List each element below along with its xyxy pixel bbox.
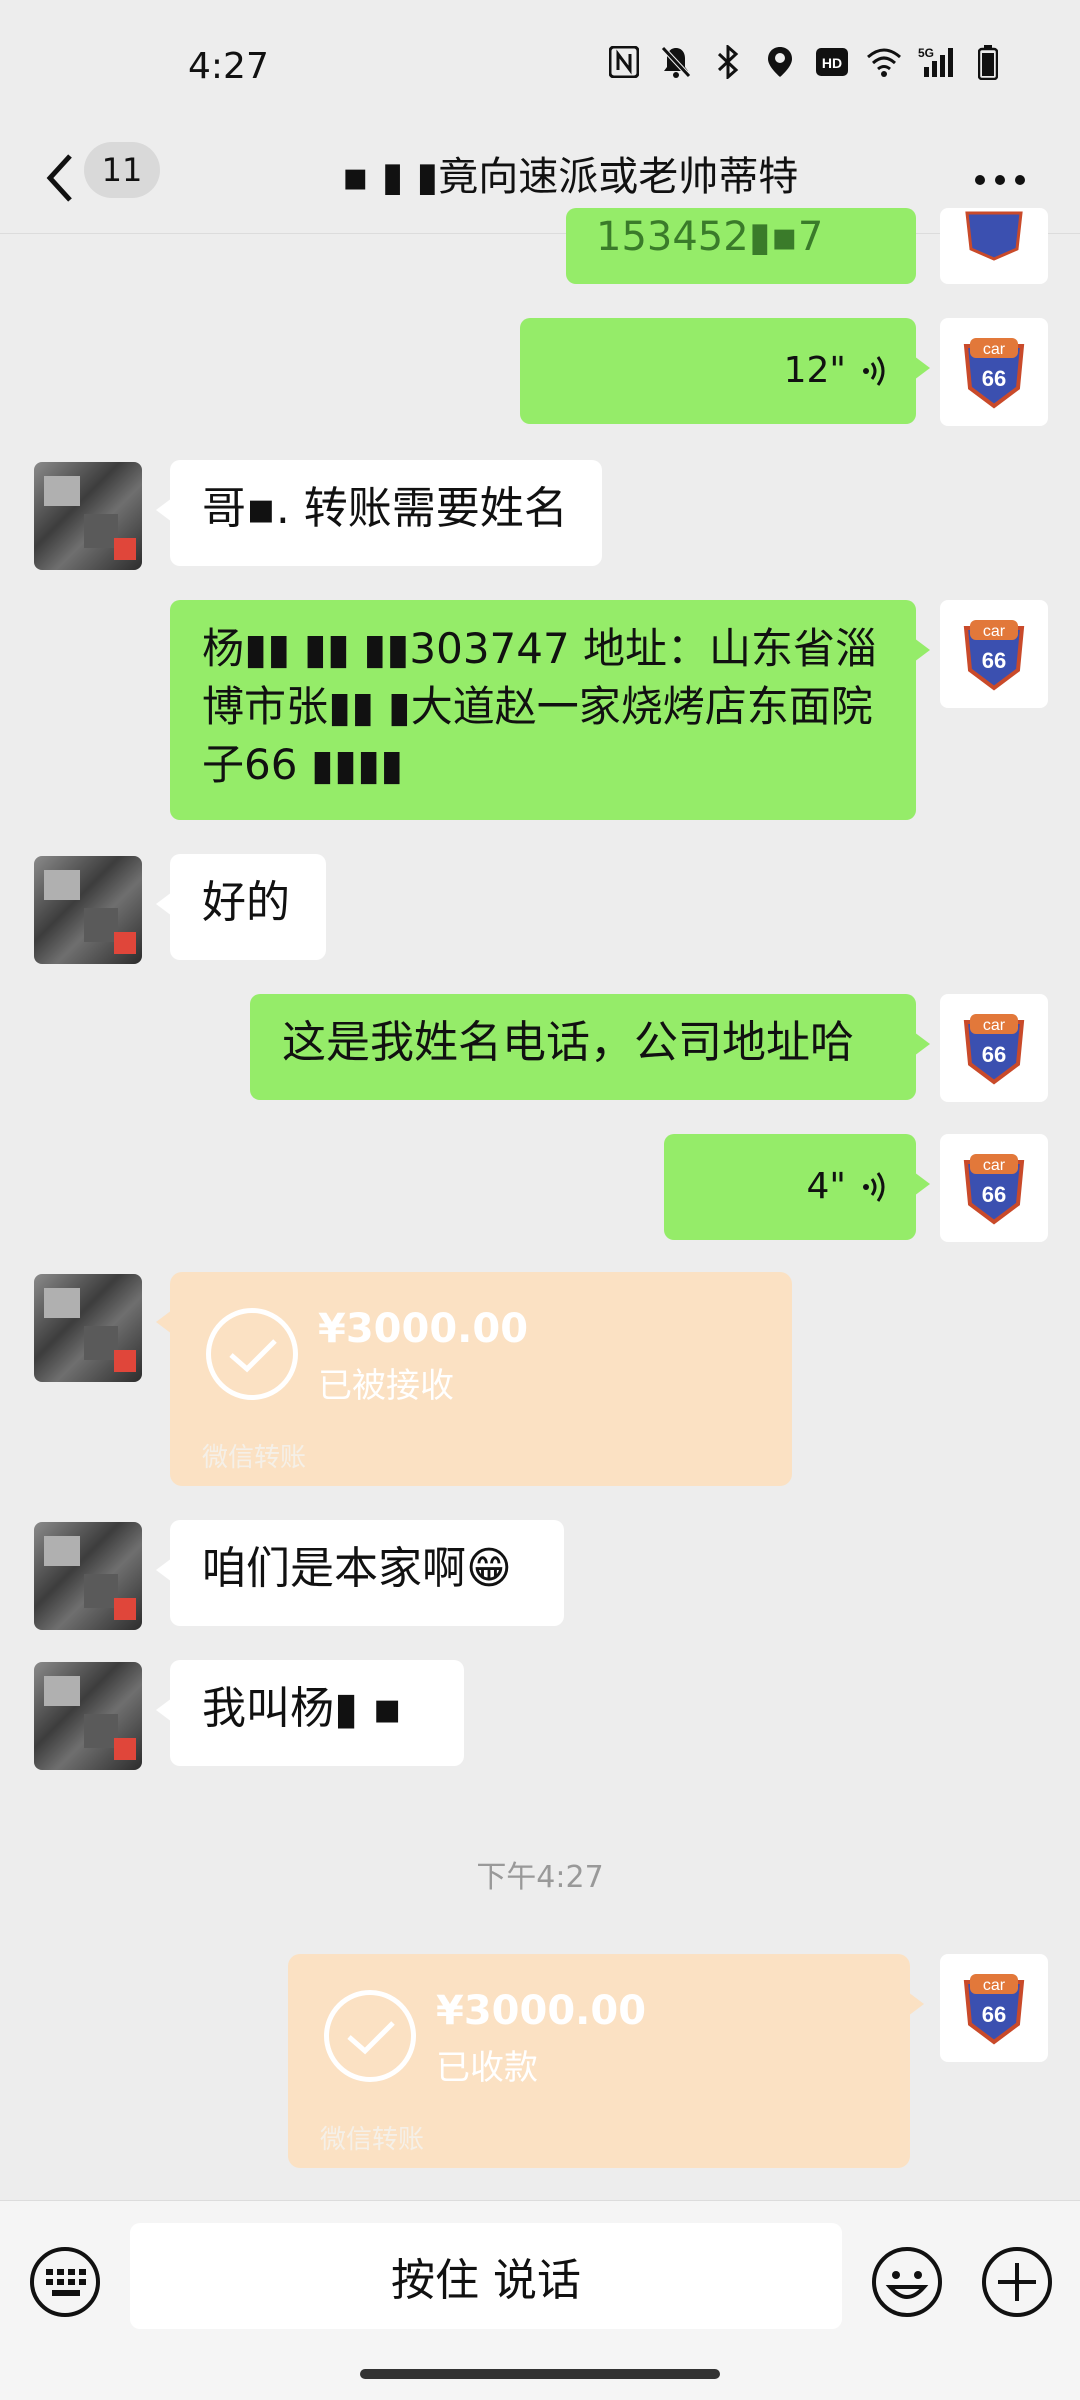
avatar-other[interactable]	[34, 462, 142, 570]
transfer-state: 已收款	[436, 2048, 538, 2088]
avatar-other[interactable]	[34, 856, 142, 964]
home-indicator[interactable]	[360, 2369, 720, 2379]
car66-logo-icon: car 66	[963, 1014, 1025, 1085]
chat-input-bar: 按住 说话	[0, 2200, 1080, 2400]
svg-text:66: 66	[982, 1042, 1006, 1067]
transfer-amount: ¥3000.00	[436, 1988, 647, 2034]
status-bar: 4:27 HD 5G	[0, 0, 1080, 130]
unread-count-badge[interactable]: 11	[84, 142, 160, 198]
5g-signal-icon: 5G	[918, 44, 954, 80]
message-bubble-self[interactable]: 153452▮▪7	[566, 208, 916, 284]
transfer-card-other[interactable]: ¥3000.00 已被接收 微信转账	[156, 1272, 792, 1486]
mute-icon	[658, 44, 694, 80]
chat-title: ▪ ▮ ▮竟向速派或老帅蒂特	[341, 154, 799, 200]
transfer-label: 微信转账	[320, 2125, 425, 2155]
svg-text:car: car	[983, 1157, 1006, 1174]
transfer-state: 已被接收	[318, 1366, 454, 1406]
message-bubble-self[interactable]: 这是我姓名电话，公司地址哈	[250, 994, 930, 1100]
emoji-icon[interactable]	[870, 2245, 944, 2319]
battery-icon	[970, 44, 1006, 80]
svg-text:66: 66	[982, 1182, 1006, 1207]
voice-message-self[interactable]: 12"	[520, 318, 930, 424]
wifi-icon	[866, 44, 902, 80]
svg-text:car: car	[983, 1017, 1006, 1034]
car66-logo-icon: car 66	[963, 620, 1025, 691]
location-icon	[762, 44, 798, 80]
transfer-label: 微信转账	[202, 1443, 307, 1473]
transfer-amount: ¥3000.00	[318, 1306, 529, 1352]
car66-logo-icon: car 66	[963, 1974, 1025, 2045]
svg-text:66: 66	[982, 366, 1006, 391]
message-bubble-other[interactable]: 好的	[156, 854, 326, 960]
voice-duration: 12"	[783, 350, 846, 391]
check-circle-icon	[324, 1990, 416, 2082]
voice-wave-icon	[863, 1172, 885, 1202]
message-text: 好的	[202, 877, 290, 928]
svg-text:66: 66	[982, 2002, 1006, 2027]
bluetooth-icon	[710, 44, 746, 80]
svg-text:car: car	[983, 623, 1006, 640]
hd-icon: HD	[814, 44, 850, 80]
message-text: 我叫杨▮ ▪	[202, 1683, 403, 1734]
message-text: 哥▪. 转账需要姓名	[202, 483, 568, 534]
svg-text:car: car	[983, 341, 1006, 358]
message-text: 这是我姓名电话，公司地址哈	[282, 1017, 854, 1068]
car66-logo-icon	[965, 211, 1023, 261]
nfc-icon	[606, 44, 642, 80]
check-circle-icon	[206, 1308, 298, 1400]
svg-text:car: car	[983, 1977, 1006, 1994]
avatar-other[interactable]	[34, 1662, 142, 1770]
message-text: 杨▮▮ ▮▮ ▮▮303747 地址：山东省淄博市张▮▮ ▮大道赵一家烧烤店东面…	[202, 624, 878, 789]
voice-wave-icon	[863, 356, 885, 386]
plus-icon[interactable]	[980, 2245, 1054, 2319]
message-text: 153452▮▪7	[596, 214, 824, 260]
voice-duration: 4"	[806, 1166, 846, 1207]
status-time: 4:27	[188, 46, 269, 87]
voice-message-self[interactable]: 4"	[664, 1134, 930, 1240]
svg-text:HD: HD	[822, 55, 842, 71]
avatar-self[interactable]: car 66	[940, 994, 1048, 1102]
avatar-self[interactable]: car 66	[940, 318, 1048, 426]
message-bubble-other[interactable]: 我叫杨▮ ▪	[156, 1660, 464, 1766]
hold-to-talk-button[interactable]: 按住 说话	[130, 2223, 842, 2329]
avatar-self[interactable]	[940, 208, 1048, 284]
message-bubble-self[interactable]: 杨▮▮ ▮▮ ▮▮303747 地址：山东省淄博市张▮▮ ▮大道赵一家烧烤店东面…	[170, 600, 930, 820]
avatar-other[interactable]	[34, 1522, 142, 1630]
car66-logo-icon: car 66	[963, 1154, 1025, 1225]
avatar-self[interactable]: car 66	[940, 1954, 1048, 2062]
svg-text:66: 66	[982, 648, 1006, 673]
avatar-other[interactable]	[34, 1274, 142, 1382]
svg-text:5G: 5G	[918, 46, 934, 60]
keyboard-icon[interactable]	[28, 2245, 102, 2319]
chat-timestamp: 下午4:27	[476, 1860, 604, 1895]
back-arrow-icon[interactable]	[38, 148, 86, 208]
avatar-self[interactable]: car 66	[940, 1134, 1048, 1242]
status-icons: HD 5G	[606, 44, 1006, 80]
chat-header: 11 ▪ ▮ ▮竟向速派或老帅蒂特	[0, 130, 1080, 234]
more-options-icon[interactable]	[970, 160, 1030, 200]
avatar-self[interactable]: car 66	[940, 600, 1048, 708]
message-text: 咱们是本家啊😁	[202, 1543, 512, 1594]
message-bubble-other[interactable]: 哥▪. 转账需要姓名	[156, 460, 602, 566]
message-bubble-other[interactable]: 咱们是本家啊😁	[156, 1520, 564, 1626]
car66-logo-icon: car 66	[963, 338, 1025, 409]
transfer-card-self[interactable]: ¥3000.00 已收款 微信转账	[288, 1954, 924, 2168]
